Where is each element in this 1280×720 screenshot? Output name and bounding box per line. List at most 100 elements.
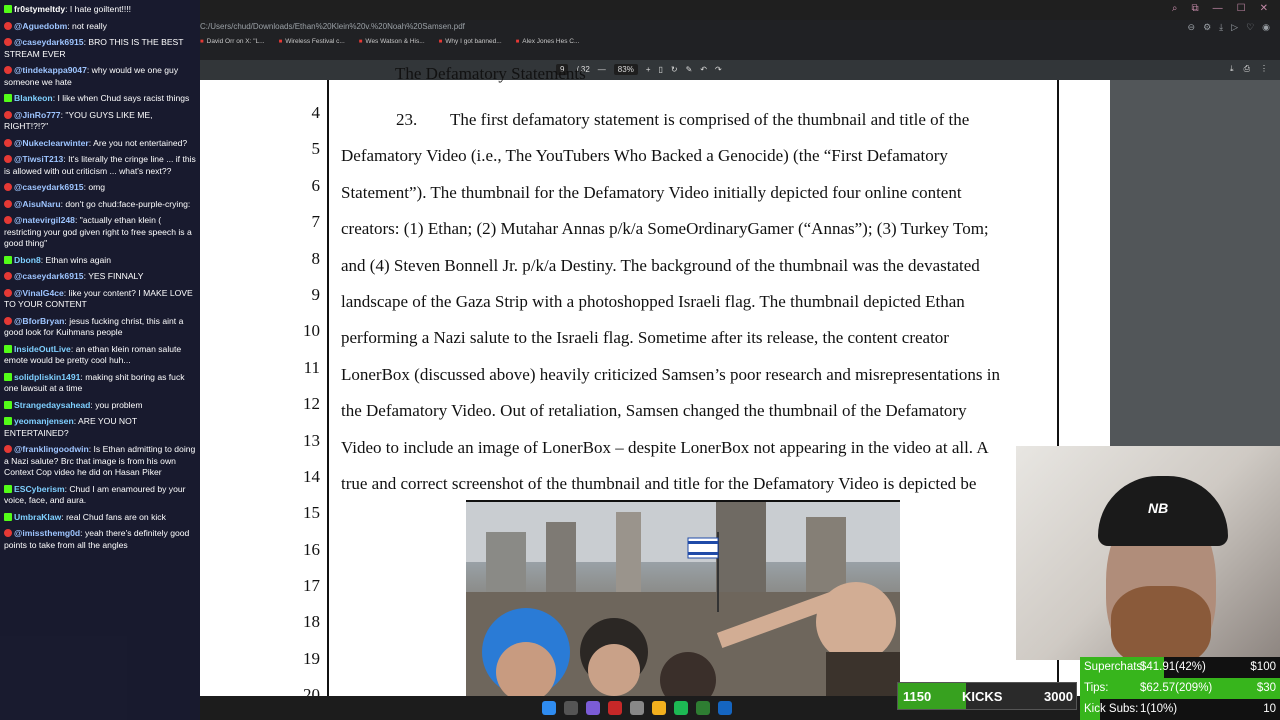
redo-icon[interactable]: ↷ [715,65,722,74]
chat-username[interactable]: @caseydark6915 [14,182,84,192]
chat-username[interactable]: ESCyberism [14,484,65,494]
tips-row: Tips: $62.57(209%) $30 [1080,678,1280,699]
profile-icon[interactable]: ◉ [1262,22,1270,33]
chat-message: @tindekappa9047: why would we one guy so… [4,65,196,88]
undo-icon[interactable]: ↶ [700,65,707,74]
chat-message: @JinRo777: "YOU GUYS LIKE ME, RIGHT!?!?" [4,110,196,133]
search-icon[interactable]: ⌕ [1172,3,1178,14]
kick-badge-icon [4,400,12,409]
chat-username[interactable]: fr0stymeltdy [14,4,65,14]
subs-label: Kick Subs: [1084,703,1139,715]
more-options-icon[interactable]: ⋮ [1260,64,1268,74]
chat-username[interactable]: solidpliskin1491 [14,372,80,382]
chat-message: @BforBryan: jesus fucking christ, this a… [4,316,196,339]
chat-username[interactable]: yeomanjensen [14,416,74,426]
chat-message: @VinalG4ce: like your content? I MAKE LO… [4,288,196,311]
chat-username[interactable]: Blankeon [14,93,53,103]
zoom-icon[interactable]: ⊖ [1188,22,1196,33]
line-number: 10 [303,321,320,341]
folder-icon[interactable] [652,701,666,715]
steam-icon[interactable] [718,701,732,715]
minimize-icon[interactable]: — [1213,3,1223,14]
chat-text: you problem [95,399,143,410]
line-number: 8 [311,248,321,268]
bookmark-item[interactable]: Wes Watson & His... [359,38,424,52]
chat-username[interactable]: @AisuNaru [14,199,61,209]
youtube-badge-icon [4,138,12,147]
fit-page-icon[interactable]: ▯ [658,65,662,74]
app-icon[interactable] [608,701,622,715]
kick-badge-icon [4,417,12,425]
document-line: LonerBox (discussed above) heavily criti… [341,357,1051,393]
document-line-text: landscape of the Gaza Strip with a photo… [341,291,965,311]
chat-username[interactable]: @Nukeclearwinter [14,138,89,148]
kick-badge-icon [4,94,12,102]
line-number: 4 [311,103,321,122]
chat-username[interactable]: Dbon8 [14,255,41,265]
kicks-goal: 3000 [1044,689,1073,704]
document-line: Video to include an image of LonerBox – … [341,430,1051,466]
bookmark-item[interactable]: David Orr on X: "L... [200,38,265,52]
close-icon[interactable]: ✕ [1260,3,1268,14]
favorite-icon[interactable]: ♡ [1246,22,1254,33]
bookmark-item[interactable]: Alex Jones Hes C... [516,38,579,52]
maximize-icon[interactable]: ☐ [1237,3,1246,14]
chat-username[interactable]: InsideOutLive [14,344,71,354]
search-taskbar-icon[interactable] [564,701,578,715]
subs-goal: 10 [1263,703,1276,715]
settings-icon[interactable]: ⚙ [1203,22,1211,33]
bookmark-item[interactable]: Wireless Festival c... [279,38,345,52]
tips-value: $62.57(209%) [1140,682,1213,694]
chat-username[interactable]: @franklingoodwin [14,444,89,454]
tips-goal: $30 [1256,682,1276,694]
browser-icon[interactable] [630,701,644,715]
download-pdf-icon[interactable]: ⤓ [1230,64,1234,74]
chat-username[interactable]: Strangedaysahead [14,400,90,410]
zoom-level[interactable]: 83% [613,64,638,75]
zoom-out-button[interactable]: — [598,65,606,74]
spotify-icon[interactable] [674,701,688,715]
bookmark-item[interactable]: Why I got banned... [439,38,501,52]
document-line-text: The first defamatory statement is compri… [450,110,970,129]
address-bar[interactable]: C:/Users/chud/Downloads/Ethan%20Klein%20… [200,22,1080,36]
draw-icon[interactable]: ✎ [686,65,693,74]
chat-username[interactable]: @natevirgil248 [14,215,75,225]
chat-message: fr0stymeltdy: I hate goiltent!!!! [4,4,196,16]
chat-message: Strangedaysahead: you problem [4,400,196,412]
extension-icon[interactable]: ⧉ [1192,3,1199,14]
document-line: creators: (1) Ethan; (2) Mutahar Annas p… [341,211,1051,247]
chat-username[interactable]: @JinRo777 [14,110,61,120]
youtube-badge-icon [4,445,12,453]
chat-message: solidpliskin1491: making shit boring as … [4,372,196,395]
document-line: landscape of the Gaza Strip with a photo… [341,284,1051,320]
kick-badge-icon [4,255,12,264]
chat-message: @AisuNaru: don't go chud:face-purple-cry… [4,199,196,211]
subs-row: Kick Subs: 1(10%) 10 [1080,699,1280,720]
chat-username[interactable]: @imissthemg0d [14,528,80,538]
chat-username[interactable]: @VinalG4ce [14,288,64,298]
chat-text: I like when Chud says racist things [57,93,190,103]
youtube-badge-icon [4,272,12,280]
chat-message: @natevirgil248: "actually ethan klein ( … [4,215,196,250]
margin-line [327,80,329,720]
document-line: 23. The first defamatory statement is com… [341,102,1051,138]
chat-username[interactable]: @TiwsiT213 [14,154,63,164]
chat-username[interactable]: @caseydark6915 [14,37,84,47]
chat-username[interactable]: @BforBryan [14,316,64,326]
rotate-icon[interactable]: ↻ [671,65,678,74]
chat-username[interactable]: UmbraKlaw [14,512,61,522]
download-icon[interactable]: ⤓ [1219,22,1223,33]
bookmarks-bar: David Orr on X: "L... Wireless Festival … [200,38,580,52]
chat-username[interactable]: @tindekappa9047 [14,65,87,75]
xbox-icon[interactable] [696,701,710,715]
youtube-badge-icon [4,316,12,325]
chat-username[interactable]: @Aguedobm [14,21,67,31]
windows-start-icon[interactable] [542,701,556,715]
zoom-in-button[interactable]: + [646,65,651,74]
chat-username[interactable]: @caseydark6915 [14,271,84,281]
print-icon[interactable]: ⎙ [1244,64,1250,74]
chat-message: yeomanjensen: ARE YOU NOT ENTERTAINED? [4,416,196,439]
app-icon[interactable] [586,701,600,715]
play-icon[interactable]: ▷ [1231,22,1238,33]
document-line-text: the Defamatory Video. Out of retaliation… [341,401,967,421]
